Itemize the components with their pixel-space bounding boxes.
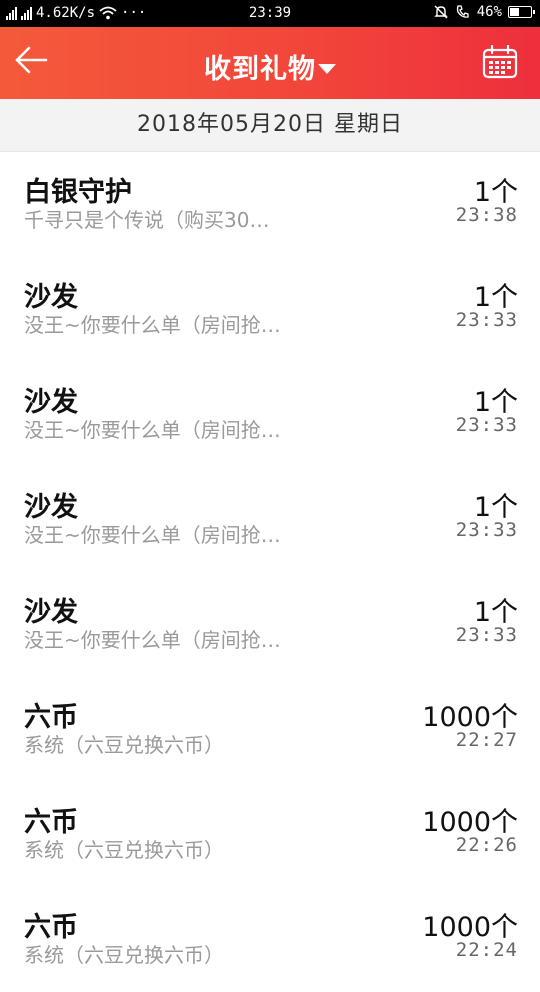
list-item[interactable]: 沙发 没王~你要什么单（房间抢… 1个 23:33 (0, 572, 540, 677)
mute-bell-icon (434, 5, 448, 19)
list-item[interactable]: 沙发 没王~你要什么单（房间抢… 1个 23:33 (0, 362, 540, 467)
gift-source: 系统（六豆兑换六币） (24, 943, 224, 967)
gift-source: 没王~你要什么单（房间抢… (24, 418, 281, 442)
caret-down-icon (318, 63, 336, 74)
battery-percent: 46% (476, 4, 502, 20)
gift-time: 23:33 (455, 624, 518, 646)
page-title-dropdown[interactable]: 收到礼物 (0, 47, 540, 86)
gift-source: 千寻只是个传说（购买30… (24, 208, 270, 232)
gift-source: 系统（六豆兑换六币） (24, 733, 224, 757)
call-icon (456, 5, 469, 18)
date-text: 2018年05月20日 星期日 (137, 112, 403, 137)
gift-source: 没王~你要什么单（房间抢… (24, 523, 281, 547)
app-bar: 收到礼物 (0, 27, 540, 99)
gift-time: 23:33 (455, 309, 518, 331)
gift-time: 23:33 (455, 519, 518, 541)
list-item[interactable]: 沙发 没王~你要什么单（房间抢… 1个 23:33 (0, 257, 540, 362)
list-item[interactable]: 白银守护 千寻只是个传说（购买30… 1个 23:38 (0, 152, 540, 257)
gift-source: 系统（六豆兑换六币） (24, 838, 224, 862)
calendar-button[interactable] (482, 44, 518, 79)
status-right: 46% (433, 4, 535, 20)
page-title: 收到礼物 (204, 54, 316, 85)
gift-source: 没王~你要什么单（房间抢… (24, 313, 281, 337)
list-item[interactable]: 六币 系统（六豆兑换六币） 1000个 22:26 (0, 782, 540, 887)
list-item[interactable]: 六币 系统（六豆兑换六币） 1000个 22:24 (0, 887, 540, 992)
battery-icon (508, 6, 535, 18)
gift-list: 白银守护 千寻只是个传说（购买30… 1个 23:38 沙发 没王~你要什么单（… (0, 152, 540, 992)
status-bar: 4.62K/s ··· 23:39 46% (0, 0, 540, 27)
list-item[interactable]: 六币 系统（六豆兑换六币） 1000个 22:27 (0, 677, 540, 782)
calendar-icon (482, 44, 518, 79)
gift-time: 23:38 (455, 204, 518, 226)
gift-time: 22:26 (455, 834, 518, 856)
gift-time: 22:24 (455, 939, 518, 961)
date-bar: 2018年05月20日 星期日 (0, 99, 540, 152)
gift-source: 没王~你要什么单（房间抢… (24, 628, 281, 652)
gift-time: 23:33 (455, 414, 518, 436)
list-item[interactable]: 沙发 没王~你要什么单（房间抢… 1个 23:33 (0, 467, 540, 572)
gift-time: 22:27 (455, 729, 518, 751)
